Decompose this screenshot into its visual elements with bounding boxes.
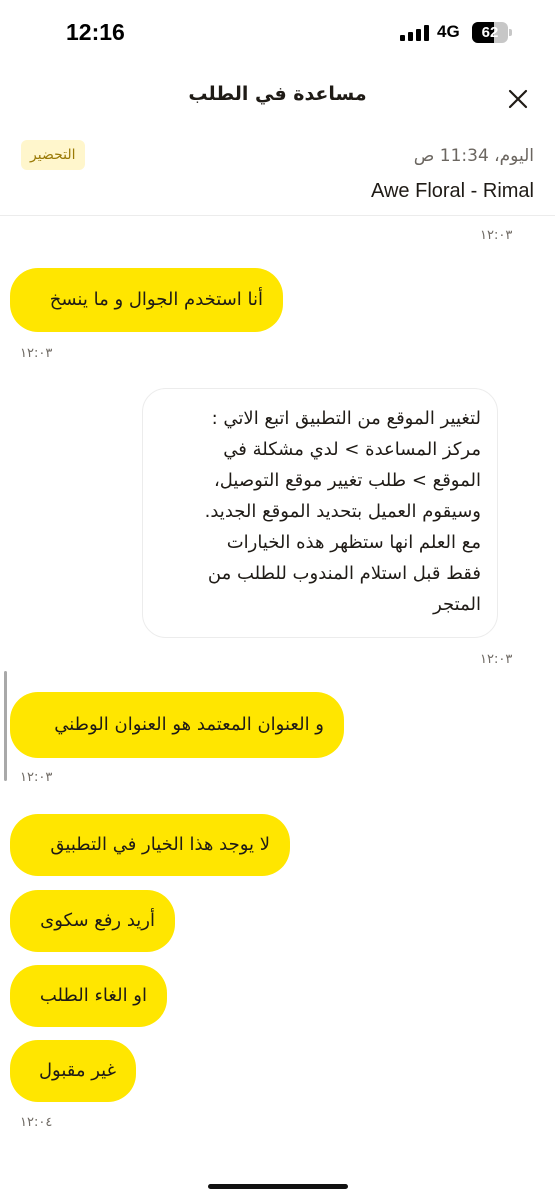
home-indicator[interactable] [208,1184,348,1189]
status-bar: 12:16 4G 62 [0,0,555,66]
battery-percent: 62 [481,24,499,41]
status-badge: التحضير [21,140,85,170]
message-timestamp: ١٢:٠٣ [480,652,513,667]
user-message[interactable]: و العنوان المعتمد هو العنوان الوطني [10,692,344,758]
status-time: 12:16 [66,19,125,45]
agent-message[interactable]: لتغيير الموقع من التطبيق اتبع الاتي : مر… [142,388,498,638]
order-date: اليوم، 11:34 ص [413,146,534,166]
order-summary: اليوم، 11:34 ص التحضير Awe Floral - Rima… [0,130,555,216]
close-button[interactable] [504,85,532,113]
agent-message-line: المتجر [433,594,481,615]
page-title: مساعدة في الطلب [188,83,367,105]
agent-message-line: الموقع > طلب تغيير موقع التوصيل، [213,470,481,491]
cellular-signal-icon [400,25,430,41]
agent-message-line: لتغيير الموقع من التطبيق اتبع الاتي : [211,408,481,429]
message-timestamp: ١٢:٠٤ [20,1115,53,1130]
agent-message-line: فقط قبل استلام المندوب للطلب من [207,563,481,584]
header: مساعدة في الطلب [0,66,555,130]
user-message[interactable]: أريد رفع سكوى [10,890,175,952]
message-timestamp: ١٢:٠٣ [20,770,53,785]
agent-message-line: مع العلم انها ستظهر هذه الخيارات [226,532,481,553]
battery-icon: 62 [472,22,512,43]
message-timestamp: ١٢:٠٣ [20,346,53,361]
scrollbar[interactable] [4,671,7,781]
agent-message-line: مركز المساعدة > لدي مشكلة في [223,439,481,460]
network-type: 4G [437,22,460,41]
user-message[interactable]: او الغاء الطلب [10,965,167,1027]
store-name: Awe Floral - Rimal [371,180,534,202]
agent-message-line: وسيقوم العميل بتحديد الموقع الجديد. [204,501,481,522]
user-message[interactable]: أنا استخدم الجوال و ما ينسخ [10,268,283,332]
user-message[interactable]: لا يوجد هذا الخيار في التطبيق [10,814,290,876]
close-icon [508,89,528,109]
message-timestamp: ١٢:٠٣ [480,228,513,243]
user-message[interactable]: غير مقبول [10,1040,136,1102]
